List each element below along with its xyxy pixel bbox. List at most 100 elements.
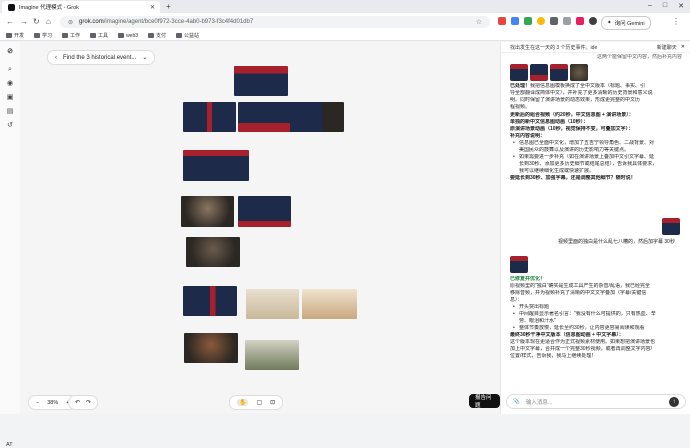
reply-bullet-cont: 劳、眼泪和汗水": [519, 318, 556, 324]
bookmark-folder[interactable]: 工作: [62, 32, 80, 39]
user-message: 视频里面的独白是什么乱七八糟的，然后加字幕 30秒: [558, 239, 675, 245]
select-tool-icon[interactable]: ▢: [256, 399, 262, 406]
image-icon[interactable]: ▣: [6, 94, 14, 102]
frame-tool-icon[interactable]: ⊡: [270, 399, 275, 406]
attach-icon[interactable]: 📎: [513, 399, 520, 405]
ask-gemini-button[interactable]: ✦ 询问 Gemini: [601, 16, 651, 30]
close-tab-icon[interactable]: ✕: [150, 4, 155, 11]
new-chat-button[interactable]: 新建聊天: [657, 44, 677, 51]
folder-icon[interactable]: ▤: [6, 108, 14, 116]
minimize-icon[interactable]: –: [648, 2, 652, 10]
reply-bullet: 中间醒目显示著名引言："我没有什么可提供的，只有热血、辛: [510, 311, 682, 318]
generated-thumbnail[interactable]: [245, 340, 299, 370]
chevron-left-icon[interactable]: ‹: [55, 55, 57, 61]
redo-icon[interactable]: ↷: [86, 399, 91, 406]
generated-thumbnail[interactable]: [246, 289, 299, 319]
zoom-level[interactable]: 38%: [47, 400, 58, 406]
zoom-out-icon[interactable]: −: [36, 400, 39, 406]
reply-line: 明。同时保留了演讲场景的动态效果，形成更完整的中文历: [510, 97, 641, 103]
user-message-fragment: 这两个能保留中文内容，然后补充内容: [596, 54, 682, 60]
generated-thumbnail[interactable]: [183, 102, 236, 132]
folder-icon: [176, 33, 183, 38]
site-info-icon[interactable]: ⊜: [68, 19, 73, 26]
generated-thumbnail[interactable]: [181, 196, 234, 227]
report-issue-button[interactable]: 报告问题: [469, 394, 500, 409]
send-icon[interactable]: ↑: [669, 396, 679, 407]
extension-icon[interactable]: [511, 17, 519, 25]
generated-thumbnail[interactable]: [183, 286, 237, 316]
canvas-tools: ✋ ▢ ⊡: [229, 395, 284, 410]
chat-icon[interactable]: ◉: [6, 80, 14, 88]
reply-section: 更新后的组合视频（约20秒，中文信息图 + 演讲场景）：: [510, 112, 634, 118]
bookmark-label: 开发: [14, 33, 25, 39]
extension-icon[interactable]: [524, 17, 532, 25]
reply-line: 程视频。: [510, 104, 531, 110]
extension-icon[interactable]: [498, 17, 506, 25]
tab-bar: Imagine 代理模式 - Grok ✕ + – □ ✕: [0, 0, 690, 13]
chevron-down-icon[interactable]: ⌄: [142, 54, 147, 61]
imagine-canvas[interactable]: ‹ Find the 3 historical event... ⌄ − 38%…: [20, 42, 500, 414]
bookmark-folder[interactable]: 工具: [90, 32, 108, 39]
tab-title: Imagine 代理模式 - Grok: [19, 5, 79, 11]
address-bar[interactable]: ⊜ grok.com /imagine/agent/bce0f972-3cce-…: [60, 16, 490, 28]
extension-icon[interactable]: [563, 17, 571, 25]
extension-icon[interactable]: [550, 17, 558, 25]
new-tab-icon[interactable]: +: [166, 2, 171, 11]
reply-bullet: 信息图已全面中文化，增加了五吉宁领导角色、二战背景、对: [510, 140, 682, 147]
generated-thumbnail[interactable]: [184, 333, 238, 363]
message-placeholder: 输入消息...: [525, 399, 553, 406]
reload-icon[interactable]: ↻: [33, 17, 40, 26]
reply-bullet: 整体节奏放慢，延长至约30秒，让内容更容易阅读和观看: [510, 325, 682, 332]
result-thumbnail[interactable]: [550, 64, 568, 81]
result-thumbnail[interactable]: [510, 256, 528, 273]
bookmark-folder[interactable]: 支付: [148, 32, 166, 39]
bookmarks-bar: 开发 学习 工作 工具 web3 支付 公益站: [0, 31, 690, 41]
extension-icon[interactable]: [576, 17, 584, 25]
back-icon[interactable]: ←: [6, 17, 14, 26]
reply-line: 加上中文字幕，合并成一个完整30秒视频，或者再调整文字内容/: [510, 346, 652, 352]
home-icon[interactable]: ⌂: [46, 17, 51, 26]
result-thumbnail[interactable]: [570, 64, 588, 81]
browser-tab[interactable]: Imagine 代理模式 - Grok ✕: [2, 1, 160, 13]
extension-icon[interactable]: [537, 17, 545, 25]
reply-line: 我把信息图模板换成了全中文版本（标题、事实、引: [530, 83, 646, 89]
reply-line: 原视频里的"独白"确实是生成工具产生的杂音/乱语，我已经完全: [510, 283, 650, 289]
reply-line: 这个版本现在更适合作为正式视频素材使用。如果想把演讲场景也: [510, 339, 656, 345]
result-thumbnail[interactable]: [510, 64, 528, 81]
grok-logo-icon[interactable]: ⊘: [6, 48, 14, 56]
close-window-icon[interactable]: ✕: [678, 2, 684, 10]
generated-thumbnail[interactable]: [186, 237, 240, 267]
bookmark-folder[interactable]: web3: [118, 33, 138, 39]
forward-icon[interactable]: →: [20, 17, 28, 26]
reply-closing: 要延长到30秒、加强字幕，还是调整其他细节？随时说！: [510, 175, 636, 181]
result-thumbnails: [510, 64, 682, 81]
generated-thumbnail[interactable]: [290, 102, 344, 132]
bookmark-folder[interactable]: 学习: [34, 32, 52, 39]
prompt-title: Find the 3 historical event...: [63, 54, 137, 61]
bookmark-star-icon[interactable]: ☆: [476, 18, 482, 26]
generated-thumbnail[interactable]: [238, 196, 291, 227]
generated-thumbnail[interactable]: [183, 150, 249, 181]
generated-thumbnail[interactable]: [302, 289, 357, 319]
prompt-title-pill[interactable]: ‹ Find the 3 historical event... ⌄: [47, 50, 156, 65]
result-thumbnail[interactable]: [530, 64, 548, 81]
reply-line: 息）：: [510, 297, 523, 303]
bookmark-folder[interactable]: 开发: [6, 32, 24, 39]
generated-thumbnail[interactable]: [238, 102, 292, 132]
profile-avatar-icon[interactable]: [589, 17, 597, 25]
undo-icon[interactable]: ↶: [75, 399, 80, 406]
hand-tool-icon[interactable]: ✋: [237, 399, 249, 406]
folder-icon: [6, 33, 12, 38]
generated-thumbnail[interactable]: [234, 66, 288, 96]
menu-kebab-icon[interactable]: ⋮: [672, 17, 680, 26]
close-panel-icon[interactable]: ✕: [681, 44, 685, 50]
message-input[interactable]: 📎 输入消息... ↑: [506, 394, 686, 409]
user-avatar[interactable]: AT: [6, 442, 13, 448]
bookmark-folder[interactable]: 公益站: [176, 32, 199, 39]
bookmark-label: web3: [126, 32, 139, 39]
maximize-icon[interactable]: □: [663, 2, 667, 10]
history-icon[interactable]: ↺: [6, 122, 14, 130]
url-host: grok.com: [79, 19, 104, 25]
user-attachment-thumbnail[interactable]: [662, 218, 680, 235]
search-icon[interactable]: ⌕: [6, 66, 14, 74]
